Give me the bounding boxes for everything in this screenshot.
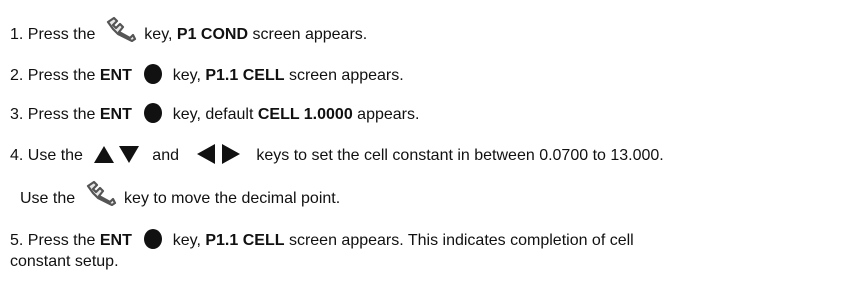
step-text: screen appears.: [252, 26, 368, 44]
step-text: screen appears.: [288, 67, 404, 85]
step-text: appears.: [357, 106, 420, 124]
step-text: key,: [172, 67, 201, 85]
key-name: ENT: [99, 67, 132, 85]
wrench-icon: [104, 16, 138, 43]
up-arrow-icon: [93, 143, 115, 165]
key-name: ENT: [99, 106, 132, 124]
step-5: 5. Press the ENT key, P1.1 CELL screen a…: [10, 228, 830, 272]
step-text: key,: [144, 26, 173, 44]
step-4-continuation: Use the key to move the decimal point.: [20, 180, 341, 212]
step-text: key,: [172, 232, 201, 250]
step-text: Press the: [27, 232, 96, 250]
step-text: and: [152, 147, 179, 165]
enter-key-icon: [142, 63, 164, 85]
key-name: ENT: [99, 232, 132, 250]
step-text: Use the: [27, 147, 83, 165]
step-number: 2.: [10, 67, 24, 85]
step-text: key, default: [172, 106, 254, 124]
enter-key-icon: [142, 228, 164, 250]
step-number: 1.: [10, 26, 24, 44]
step-text: screen appears. This indicates completio…: [288, 232, 634, 250]
right-arrow-icon: [220, 143, 242, 165]
enter-key-icon: [142, 102, 164, 124]
down-arrow-icon: [118, 143, 140, 165]
left-arrow-icon: [195, 143, 217, 165]
default-value: CELL 1.0000: [257, 106, 353, 124]
step-1: 1. Press the key, P1 COND screen appears…: [10, 16, 368, 48]
step-text: Use the: [20, 190, 76, 208]
step-3: 3. Press the ENT key, default CELL 1.000…: [10, 102, 420, 126]
step-number: 5.: [10, 232, 24, 250]
screen-name: P1 COND: [176, 26, 249, 44]
wrench-icon: [84, 180, 118, 207]
step-number: 4.: [10, 147, 24, 165]
step-4: 4. Use the and keys to set the cell cons…: [10, 143, 664, 167]
step-text: Press the: [27, 26, 96, 44]
step-5-line-2: constant setup.: [10, 253, 119, 270]
step-number: 3.: [10, 106, 24, 124]
screen-name: P1.1 CELL: [205, 67, 285, 85]
step-text: key to move the decimal point.: [124, 190, 341, 208]
screen-name: P1.1 CELL: [205, 232, 285, 250]
step-text: Press the: [27, 106, 96, 124]
step-text: keys to set the cell constant in between…: [256, 147, 664, 165]
step-2: 2. Press the ENT key, P1.1 CELL screen a…: [10, 63, 404, 87]
step-text: Press the: [27, 67, 96, 85]
